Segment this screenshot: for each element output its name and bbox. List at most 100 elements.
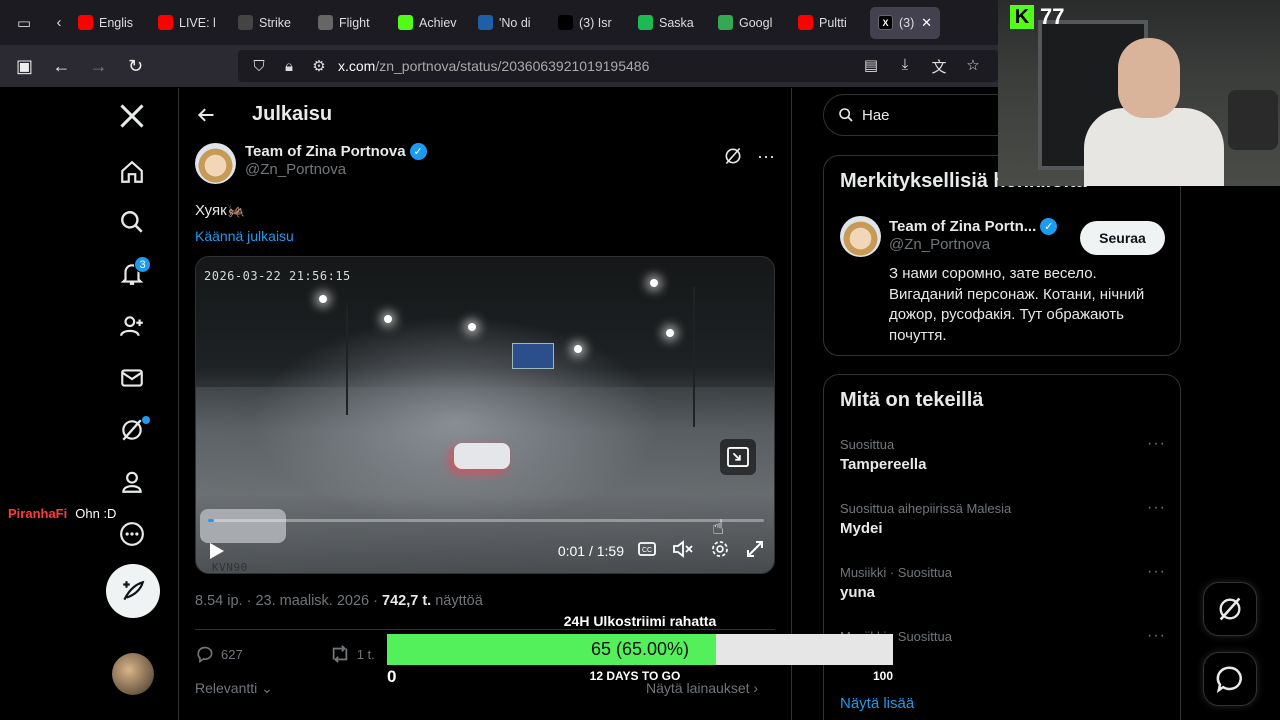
left-navigation: 3 [104,88,160,720]
search-icon[interactable] [104,198,160,246]
trend-more-icon[interactable]: ··· [1147,499,1166,517]
grok-float-button[interactable] [1203,582,1257,636]
sort-relevant-dropdown[interactable]: Relevantti ⌄ [195,680,273,697]
person-handle[interactable]: @Zn_Portnova [889,236,1057,253]
grok-explain-icon[interactable] [723,146,743,171]
grok-icon[interactable] [104,406,160,454]
sort-relevant-label: Relevantti [195,680,258,696]
follow-people-icon[interactable] [104,302,160,350]
post-header: Julkaisu [180,88,791,141]
play-icon[interactable] [210,543,224,559]
tab-label: LIVE: l [179,15,216,30]
browser-tab[interactable]: Strike [230,7,310,39]
profile-icon[interactable] [104,458,160,506]
kick-viewer-count: 77 [1040,4,1065,29]
picture-in-picture-icon[interactable] [720,439,756,475]
browser-tab[interactable]: 'No di [470,7,550,39]
settings-gear-icon[interactable] [710,539,730,564]
back-arrow-icon[interactable] [180,105,232,125]
back-icon[interactable]: ← [43,45,80,87]
fullscreen-icon[interactable] [746,540,764,563]
video-lamp [319,295,327,303]
trend-more-icon[interactable]: ··· [1147,563,1166,581]
browser-tab[interactable]: Flight [310,7,390,39]
tab-label: Englis [99,15,134,30]
messages-float-button[interactable] [1203,652,1257,706]
trend-category: Suosittua aihepiirissä Malesia [840,501,1012,516]
trend-item[interactable]: Suosittua aihepiirissä Malesia Mydei ··· [840,499,1166,537]
reload-icon[interactable]: ↻ [117,45,154,87]
repost-button[interactable]: 1 t. [329,644,375,664]
post-author[interactable]: Team of Zina Portnova ✓ @Zn_Portnova [195,143,427,184]
stream-chat-message: PiranhaFi Ohn :D [8,506,116,521]
author-name[interactable]: Team of Zina Portnova [245,143,406,160]
browser-tab[interactable]: Pultti [790,7,870,39]
trend-more-icon[interactable]: ··· [1147,435,1166,453]
bookmark-star-icon[interactable]: ☆ [958,56,988,77]
permissions-icon[interactable]: ⚙︎ [304,57,334,75]
person-name[interactable]: Team of Zina Portn... [889,218,1036,235]
author-handle[interactable]: @Zn_Portnova [245,161,427,178]
author-avatar[interactable] [195,143,236,184]
trend-item[interactable]: Musiikki · Suosittua yuna ··· [840,563,1166,601]
url-path: /zn_portnova/status/2036063921019195486 [375,58,650,74]
search-icon [839,108,853,122]
url-text[interactable]: x.com/zn_portnova/status/203606392101919… [338,58,649,74]
post-text: Хуяк🦗 [195,202,246,219]
reader-view-icon[interactable]: ▤ [856,56,886,77]
tab-overview-icon[interactable]: ▭ [0,0,48,45]
video-pole [693,287,695,427]
messages-icon[interactable] [104,354,160,402]
post-views: 742,7 t. [382,593,432,609]
tab-label: Pultti [819,15,847,30]
account-avatar[interactable] [112,653,154,695]
person-name-row[interactable]: Team of Zina Portn... ✓ [889,218,1058,235]
trend-more-icon[interactable]: ··· [1147,627,1166,645]
lock-icon[interactable]: 🔒︎ [274,58,304,75]
translate-icon[interactable]: 文 [924,56,954,77]
forward-icon[interactable]: → [80,45,117,87]
captions-icon[interactable]: CC [638,541,656,561]
compose-post-button[interactable] [106,564,160,618]
browser-tab[interactable]: LIVE: l [150,7,230,39]
x-icon [558,15,573,30]
chevron-down-icon: ⌄ [261,680,273,696]
translate-post-link[interactable]: Käännä julkaisu [195,228,294,244]
chat-text: Ohn :D [75,506,117,521]
more-options-icon[interactable]: ··· [757,146,775,171]
notifications-icon[interactable]: 3 [104,250,160,298]
browser-tab[interactable]: (3) Isr [550,7,630,39]
video-pole [346,305,348,415]
browser-tab[interactable]: Saska [630,7,710,39]
browser-tab[interactable]: Googl [710,7,790,39]
tab-label: Strike [259,15,291,30]
browser-tab[interactable]: Englis [70,7,150,39]
kick-viewer-badge: K 77 [1010,4,1064,30]
download-icon[interactable]: ⤓ [890,56,920,77]
video-car [454,443,510,469]
reply-button[interactable]: 627 [195,644,243,664]
show-more-link[interactable]: Näytä lisää [840,695,914,712]
video-player[interactable]: 2026-03-22 21:56:15 KVN90 0:01 / 1:59 CC… [195,256,775,574]
url-host: x.com [338,58,376,74]
post-timestamp[interactable]: 8.54 ip. · 23. maalisk. 2026 · [195,593,382,609]
repost-icon [332,645,347,663]
trend-topic: Tampereella [840,456,927,473]
home-icon[interactable] [104,148,160,196]
browser-tab[interactable]: Achiev [390,7,470,39]
tab-scroll-left-icon[interactable]: ‹ [48,0,70,45]
author-name-row[interactable]: Team of Zina Portnova ✓ [245,143,427,160]
person-avatar[interactable] [840,216,881,257]
trend-category: Musiikki · Suosittua [840,565,952,580]
url-bar[interactable]: ⛉ 🔒︎ ⚙︎ x.com/zn_portnova/status/2036063… [238,50,998,82]
tab-active[interactable]: X (3) ✕ [870,6,940,39]
post-actions: 627 1 t. [195,644,375,664]
muted-volume-icon[interactable] [672,539,694,563]
close-icon[interactable]: ✕ [921,15,932,31]
video-progress-bar[interactable] [208,519,764,522]
sidebar-toggle-icon[interactable]: ▣ [6,45,43,87]
shield-icon[interactable]: ⛉ [244,58,274,75]
follow-button[interactable]: Seuraa [1080,221,1165,255]
trend-item[interactable]: Suosittua Tampereella ··· [840,435,1166,473]
x-logo-icon[interactable] [104,92,160,140]
